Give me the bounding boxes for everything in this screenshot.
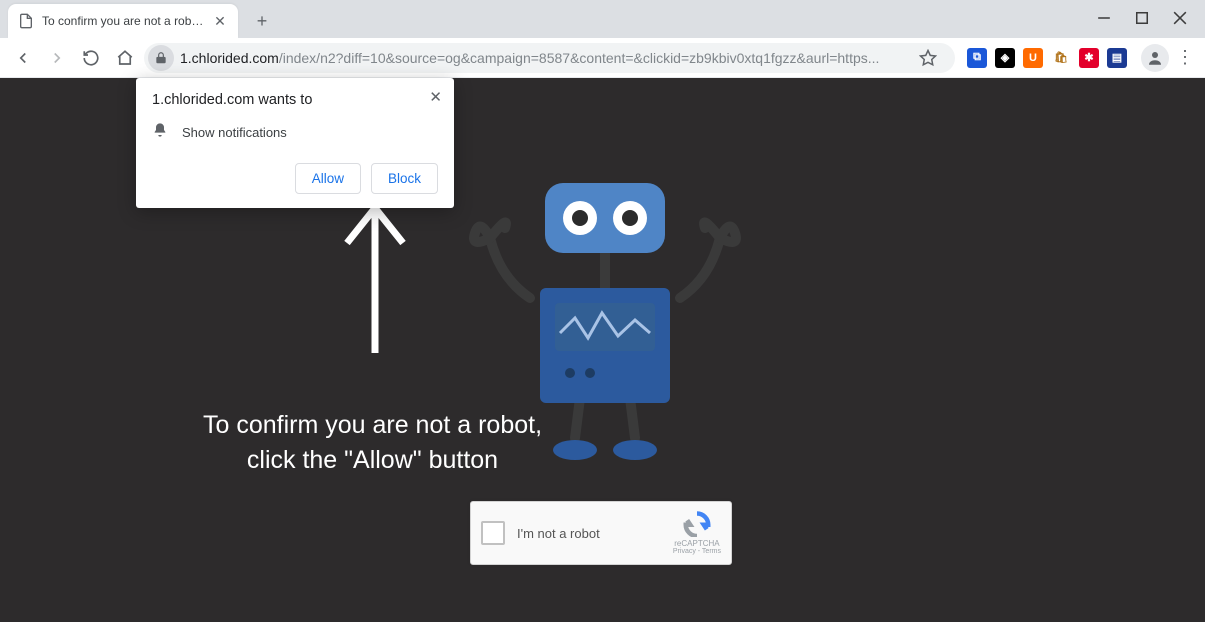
extension-icon[interactable]: ⧉ (967, 48, 987, 68)
headline-line2: click the "Allow" button (0, 443, 745, 478)
window-minimize-icon[interactable] (1097, 11, 1111, 25)
url-text: 1.chlorided.com/index/n2?diff=10&source=… (180, 50, 879, 66)
extension-icon[interactable]: ▤ (1107, 48, 1127, 68)
recaptcha-widget[interactable]: I'm not a robot reCAPTCHA Privacy - Term… (470, 501, 732, 565)
extension-icon[interactable]: ✱ (1079, 48, 1099, 68)
window-controls (1097, 0, 1205, 36)
bell-icon (152, 122, 168, 143)
headline-line1: To confirm you are not a robot, (0, 408, 745, 443)
extension-icon[interactable]: 🛍 (1051, 48, 1071, 68)
browser-menu-icon[interactable]: ⋮ (1173, 47, 1197, 68)
window-close-icon[interactable] (1173, 11, 1187, 25)
tab-strip: To confirm you are not a robot, c ✕ + (0, 0, 1205, 38)
notification-permission-popup: ✕ 1.chlorided.com wants to Show notifica… (136, 78, 454, 208)
page-favicon-icon (18, 13, 34, 29)
popup-close-icon[interactable]: ✕ (429, 88, 442, 106)
browser-tab[interactable]: To confirm you are not a robot, c ✕ (8, 4, 238, 38)
permission-item-label: Show notifications (182, 125, 287, 140)
extension-icon[interactable]: ◈ (995, 48, 1015, 68)
profile-avatar-icon[interactable] (1141, 44, 1169, 72)
recaptcha-badge: reCAPTCHA Privacy - Terms (673, 511, 721, 555)
bookmark-star-icon[interactable] (913, 43, 943, 73)
browser-toolbar: 1.chlorided.com/index/n2?diff=10&source=… (0, 38, 1205, 78)
recaptcha-checkbox[interactable] (481, 521, 505, 545)
forward-button[interactable] (42, 43, 72, 73)
recaptcha-label: I'm not a robot (517, 526, 600, 541)
tab-close-icon[interactable]: ✕ (212, 13, 228, 29)
extension-icon[interactable]: U (1023, 48, 1043, 68)
arrow-up-icon (335, 198, 415, 363)
block-button[interactable]: Block (371, 163, 438, 194)
page-headline: To confirm you are not a robot, click th… (0, 408, 745, 478)
site-info-lock-icon[interactable] (148, 45, 174, 71)
address-bar[interactable]: 1.chlorided.com/index/n2?diff=10&source=… (144, 43, 955, 73)
reload-button[interactable] (76, 43, 106, 73)
allow-button[interactable]: Allow (295, 163, 361, 194)
tab-title: To confirm you are not a robot, c (42, 14, 204, 28)
back-button[interactable] (8, 43, 38, 73)
popup-title: 1.chlorided.com wants to (152, 92, 438, 108)
new-tab-button[interactable]: + (248, 7, 276, 35)
extensions-row: ⧉ ◈ U 🛍 ✱ ▤ (959, 48, 1127, 68)
window-maximize-icon[interactable] (1135, 11, 1149, 25)
home-button[interactable] (110, 43, 140, 73)
